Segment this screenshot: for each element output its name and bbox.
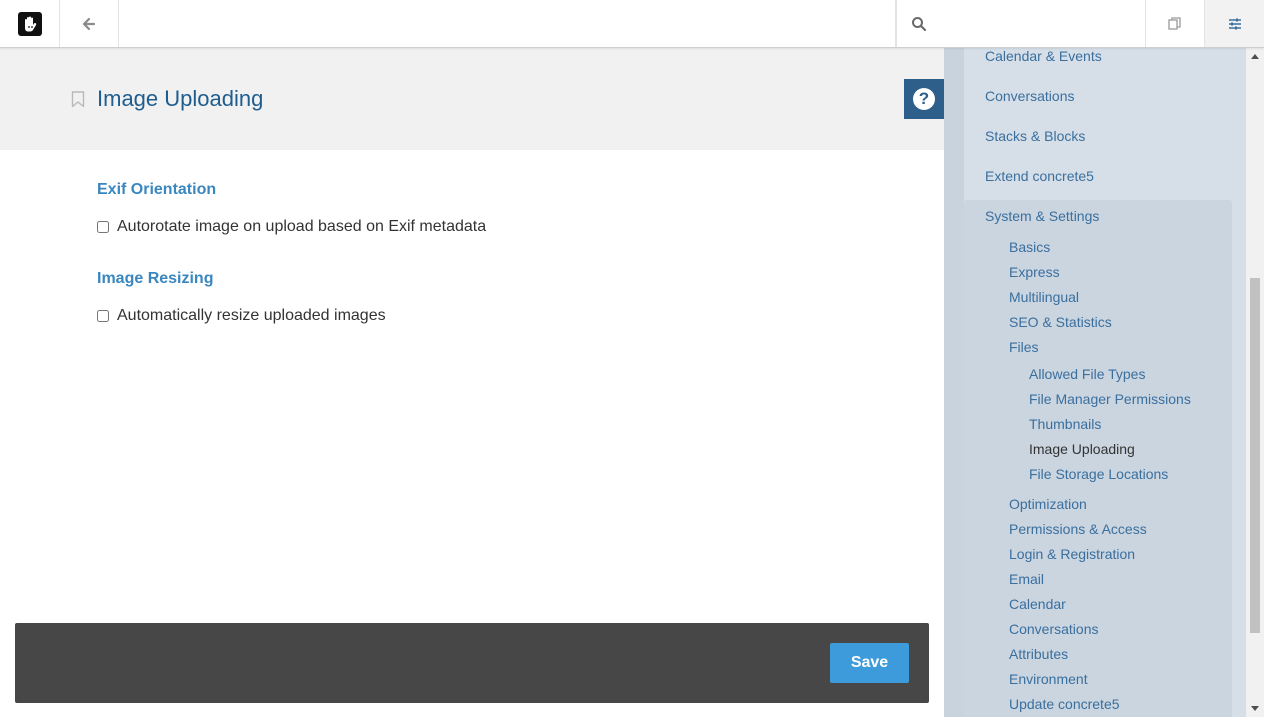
sidebar-scrollbar[interactable] [1246,48,1264,717]
sidebar-item-image-uploading[interactable]: Image Uploading [1029,441,1135,457]
hand-logo-icon [17,11,42,36]
scroll-down-arrow-icon[interactable] [1251,706,1259,711]
back-button[interactable] [60,0,119,47]
settings-panel-button[interactable] [1205,0,1264,47]
top-toolbar [0,0,1264,48]
sidebar-item-allowed-file-types[interactable]: Allowed File Types [1029,366,1145,382]
sidebar-item-conversations-settings[interactable]: Conversations [1009,621,1099,637]
system-settings-group [964,200,1232,717]
save-button[interactable]: Save [830,643,909,683]
sidebar-item-basics[interactable]: Basics [1009,239,1050,255]
sidebar-item-login-registration[interactable]: Login & Registration [1009,546,1135,562]
sidebar-item-optimization[interactable]: Optimization [1009,496,1087,512]
copy-pages-icon [1168,16,1181,30]
sidebar-item-permissions-access[interactable]: Permissions & Access [1009,521,1147,537]
resize-checkbox[interactable] [97,310,109,322]
page-header: Image Uploading ? [0,48,944,150]
scroll-up-arrow-icon[interactable] [1251,54,1259,59]
pages-button[interactable] [1146,0,1205,47]
sidebar-item-files[interactable]: Files [1009,339,1039,355]
resize-label: Automatically resize uploaded images [117,307,386,324]
sidebar-item-stacks-blocks[interactable]: Stacks & Blocks [985,128,1085,144]
question-icon: ? [913,88,935,110]
sidebar-item-attributes[interactable]: Attributes [1009,646,1068,662]
sidebar-item-thumbnails[interactable]: Thumbnails [1029,416,1101,432]
sidebar-item-file-manager-permissions[interactable]: File Manager Permissions [1029,391,1191,407]
autorotate-checkbox[interactable] [97,221,109,233]
autorotate-option[interactable]: Autorotate image on upload based on Exif… [97,218,486,236]
sidebar-item-multilingual[interactable]: Multilingual [1009,289,1079,305]
toolbar-search[interactable] [896,0,1146,47]
sidebar-item-extend[interactable]: Extend concrete5 [985,168,1094,184]
dashboard-sidebar: Calendar & Events Conversations Stacks &… [944,48,1264,717]
sidebar-item-seo-statistics[interactable]: SEO & Statistics [1009,314,1112,330]
section-heading-resizing: Image Resizing [97,270,214,287]
main-content: Image Uploading ? Exif Orientation Autor… [0,48,944,717]
sidebar-item-calendar-events[interactable]: Calendar & Events [985,48,1102,64]
sidebar-item-conversations[interactable]: Conversations [985,88,1075,104]
help-button[interactable]: ? [904,79,944,119]
sliders-icon [1228,18,1241,29]
form-actions-bar: Save [15,623,929,703]
sidebar-item-system-settings[interactable]: System & Settings [985,208,1099,224]
page-title: Image Uploading [97,86,264,111]
bookmark-icon[interactable] [71,91,85,113]
sidebar-item-file-storage-locations[interactable]: File Storage Locations [1029,466,1168,482]
sidebar-item-email[interactable]: Email [1009,571,1044,587]
arrow-left-icon [82,17,96,30]
search-icon [912,16,927,31]
sidebar-gutter [944,48,964,717]
sidebar-item-environment[interactable]: Environment [1009,671,1088,687]
toolbar-spacer [119,0,896,47]
section-heading-exif: Exif Orientation [97,181,217,198]
autorotate-label: Autorotate image on upload based on Exif… [117,218,487,235]
sidebar-item-calendar[interactable]: Calendar [1009,596,1066,612]
concrete5-logo-button[interactable] [0,0,60,47]
sidebar-item-express[interactable]: Express [1009,264,1060,280]
scroll-thumb[interactable] [1250,278,1260,633]
sidebar-item-update-concrete5[interactable]: Update concrete5 [1009,696,1120,712]
search-input[interactable] [935,15,1135,32]
resize-option[interactable]: Automatically resize uploaded images [97,307,386,325]
